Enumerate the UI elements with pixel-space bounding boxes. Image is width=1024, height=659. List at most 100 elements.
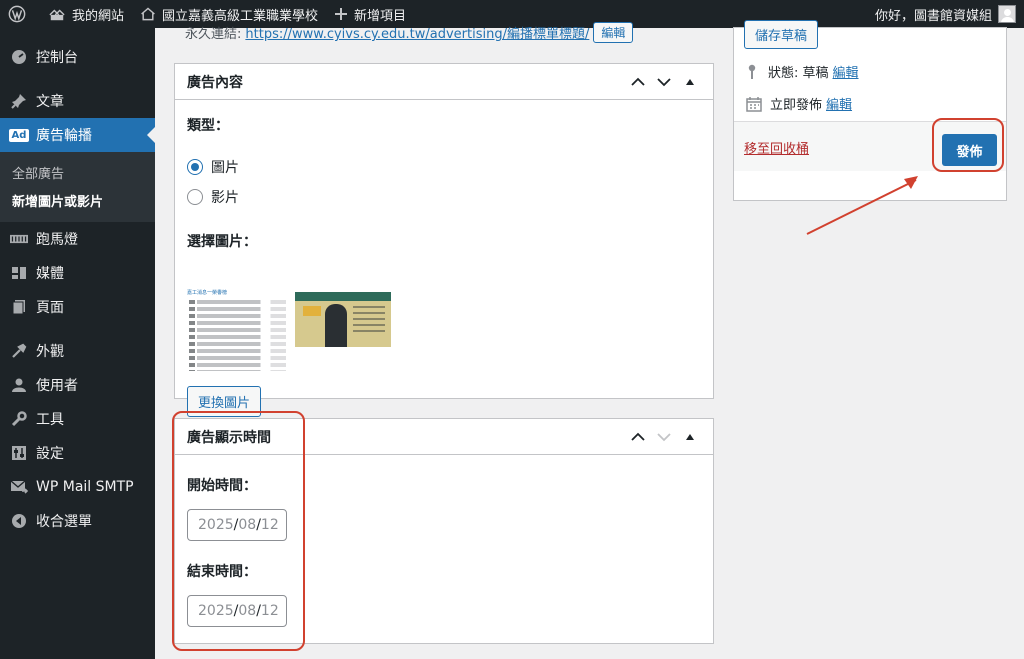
- permalink-edit-button[interactable]: 編輯: [593, 22, 634, 43]
- ad-time-body: 開始時間： 2025/08/12 結束時間： 2025/08/12: [175, 455, 713, 639]
- change-image-wrap: 更換圖片: [187, 386, 262, 417]
- type-label: 類型：: [187, 118, 229, 134]
- permalink-row: 永久連結: https://www.cyivs.cy.edu.tw/advert…: [185, 22, 634, 43]
- sidebar-item-tools[interactable]: 工具: [0, 402, 155, 436]
- permalink-label: 永久連結:: [185, 27, 242, 42]
- calendar-icon: [746, 96, 762, 112]
- wordpress-logo[interactable]: [0, 0, 40, 28]
- ad-time-header: 廣告顯示時間: [175, 419, 713, 455]
- publish-button[interactable]: 發佈: [942, 134, 997, 166]
- page-icon: [10, 298, 28, 316]
- toggle-panel-icon[interactable]: [677, 78, 703, 86]
- sidebar-item-dashboard[interactable]: 控制台: [0, 40, 155, 74]
- ad-time-title: 廣告顯示時間: [187, 429, 271, 446]
- move-up-icon[interactable]: [625, 77, 651, 87]
- marquee-icon: [10, 230, 28, 248]
- move-down-icon[interactable]: [651, 77, 677, 87]
- thumbnail-header: 嘉工消息一榮譽榜: [187, 290, 228, 296]
- sidebar-item-label: 設定: [36, 446, 64, 462]
- ad-carousel-submenu: 全部廣告 新增圖片或影片: [0, 152, 155, 222]
- sidebar-item-appearance[interactable]: 外觀: [0, 334, 155, 368]
- sidebar-item-settings[interactable]: 設定: [0, 436, 155, 470]
- settings-icon: [10, 444, 28, 462]
- publish-time-edit-link[interactable]: 編輯: [826, 94, 852, 113]
- permalink-url[interactable]: https://www.cyivs.cy.edu.tw/advertising/…: [245, 23, 589, 42]
- mail-icon: [10, 478, 28, 496]
- sidebar-collapse-menu[interactable]: 收合選單: [0, 504, 155, 538]
- move-down-icon[interactable]: [651, 432, 677, 442]
- sidebar-item-label: 跑馬燈: [36, 232, 78, 248]
- sidebar-item-label: WP Mail SMTP: [36, 479, 134, 495]
- toggle-panel-icon[interactable]: [677, 433, 703, 441]
- ad-content-header: 廣告內容: [175, 64, 713, 100]
- selected-image-thumbnail: 嘉工消息一榮譽榜: [187, 289, 391, 371]
- sidebar-item-posts[interactable]: 文章: [0, 84, 155, 118]
- media-icon: [10, 264, 28, 282]
- end-date-input[interactable]: 2025/08/12: [187, 595, 287, 627]
- new-content-label: 新增項目: [354, 8, 407, 24]
- submenu-all-ads[interactable]: 全部廣告: [0, 158, 155, 186]
- annotation-arrow-icon: [806, 176, 918, 235]
- sidebar-item-label: 工具: [36, 412, 64, 428]
- start-year: 2025: [198, 517, 234, 533]
- start-month: 08: [238, 517, 257, 533]
- radio-option-video[interactable]: 影片: [187, 187, 701, 207]
- wrench-icon: [10, 410, 28, 428]
- sidebar-item-marquee[interactable]: 跑馬燈: [0, 222, 155, 256]
- collapse-icon: [10, 512, 28, 530]
- sidebar-item-media[interactable]: 媒體: [0, 256, 155, 290]
- thumbnail-news-list: 嘉工消息一榮譽榜: [187, 289, 293, 371]
- save-draft-wrap: 儲存草稿: [744, 20, 819, 49]
- end-day: 12: [260, 603, 279, 619]
- sidebar-item-users[interactable]: 使用者: [0, 368, 155, 402]
- sidebar-item-label: 控制台: [36, 50, 78, 66]
- sites-icon: [49, 9, 65, 21]
- move-up-icon[interactable]: [625, 432, 651, 442]
- account-menu[interactable]: 你好，圖書館資媒組: [875, 5, 1024, 24]
- radio-video-label: 影片: [211, 190, 239, 206]
- publish-time-row: 立即發佈 編輯: [746, 94, 852, 113]
- avatar: [998, 5, 1016, 23]
- move-to-trash-link[interactable]: 移至回收桶: [744, 138, 809, 157]
- admin-sidebar: 控制台 文章 Ad 廣告輪播 全部廣告 新增圖片或影片 跑馬燈 媒體 頁面 外觀…: [0, 28, 155, 659]
- radio-video[interactable]: [187, 189, 203, 205]
- sidebar-item-ad-carousel[interactable]: Ad 廣告輪播: [0, 118, 155, 152]
- publish-time-text: 立即發佈: [770, 98, 823, 113]
- sidebar-item-label: 外觀: [36, 344, 64, 360]
- postbox-handles: [625, 77, 713, 87]
- end-time-label: 結束時間：: [187, 564, 257, 580]
- wordpress-icon: [8, 5, 26, 23]
- radio-option-image[interactable]: 圖片: [187, 157, 701, 177]
- home-icon: [141, 7, 155, 21]
- sidebar-item-label: 收合選單: [36, 514, 92, 530]
- start-date-input[interactable]: 2025/08/12: [187, 509, 287, 541]
- save-draft-button[interactable]: 儲存草稿: [744, 20, 819, 49]
- sidebar-item-label: 使用者: [36, 378, 78, 394]
- my-sites-menu[interactable]: 我的網站: [40, 0, 132, 28]
- choose-image-label: 選擇圖片：: [187, 234, 257, 250]
- end-month: 08: [238, 603, 257, 619]
- publish-actions: 移至回收桶 發佈: [734, 121, 1006, 171]
- dashboard-icon: [10, 48, 28, 66]
- radio-image[interactable]: [187, 159, 203, 175]
- site-name-label: 國立嘉義高級工業職業學校: [162, 8, 319, 24]
- sidebar-item-label: 文章: [36, 94, 64, 110]
- sidebar-item-label: 媒體: [36, 266, 64, 282]
- radio-image-label: 圖片: [211, 160, 239, 176]
- ad-time-box: 廣告顯示時間 開始時間： 2025/08/12 結束時間： 2025/08/12: [174, 418, 714, 644]
- sidebar-item-wp-mail-smtp[interactable]: WP Mail SMTP: [0, 470, 155, 504]
- main-content: 永久連結: https://www.cyivs.cy.edu.tw/advert…: [155, 20, 1024, 659]
- appearance-icon: [10, 342, 28, 360]
- sidebar-item-label: 頁面: [36, 300, 64, 316]
- pin-icon: [10, 92, 28, 110]
- submenu-add-new[interactable]: 新增圖片或影片: [0, 186, 155, 214]
- sidebar-item-pages[interactable]: 頁面: [0, 290, 155, 324]
- status-edit-link[interactable]: 編輯: [833, 62, 859, 81]
- plus-icon: [335, 8, 348, 20]
- change-image-button[interactable]: 更換圖片: [187, 386, 262, 417]
- start-day: 12: [260, 517, 279, 533]
- status-text: 狀態: 草稿: [768, 66, 829, 81]
- status-row: 狀態: 草稿 編輯: [746, 62, 859, 81]
- thumbnail-poster: [295, 292, 391, 347]
- user-icon: [10, 376, 28, 394]
